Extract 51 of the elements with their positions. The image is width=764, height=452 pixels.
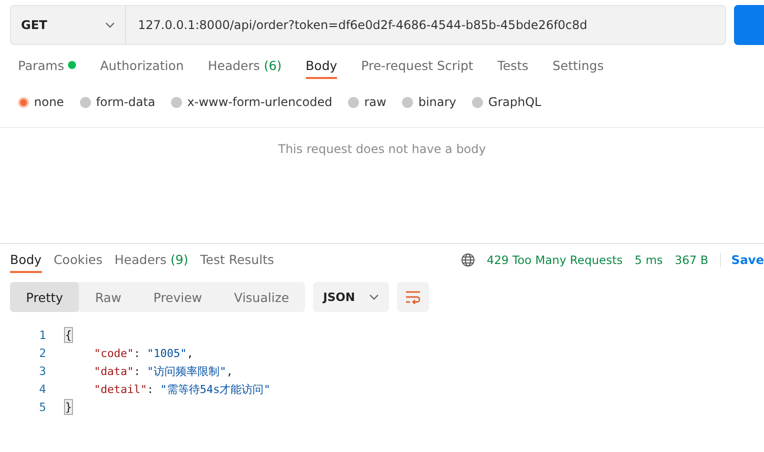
line-number: 5 bbox=[38, 400, 47, 414]
radio-label[interactable]: none bbox=[34, 95, 64, 109]
view-mode-tab[interactable]: Preview bbox=[137, 282, 218, 312]
view-mode-tab[interactable]: Visualize bbox=[218, 282, 306, 312]
line-number: 4 bbox=[38, 382, 47, 396]
code-text: "data": "访问频率限制", bbox=[93, 364, 233, 378]
request-tab[interactable]: Authorization bbox=[100, 53, 184, 79]
send-button[interactable] bbox=[734, 5, 764, 45]
radio-label[interactable]: raw bbox=[364, 95, 386, 109]
radio-button[interactable] bbox=[171, 96, 182, 108]
size-text: 367 B bbox=[674, 253, 708, 267]
globe-icon[interactable] bbox=[460, 253, 475, 267]
line-number: 3 bbox=[38, 364, 47, 378]
request-tab[interactable]: Params bbox=[18, 53, 76, 79]
code-text: "detail": "需等待54s才能访问" bbox=[93, 382, 270, 396]
radio-button[interactable] bbox=[18, 96, 29, 108]
status-text: 429 Too Many Requests bbox=[486, 253, 623, 267]
line-number: 2 bbox=[38, 346, 47, 360]
wrap-lines-icon bbox=[405, 290, 422, 304]
response-tab[interactable]: Headers (9) bbox=[114, 247, 188, 273]
radio-label[interactable]: GraphQL bbox=[488, 95, 542, 109]
code-text: "code": "1005", bbox=[93, 346, 194, 360]
response-tab[interactable]: Cookies bbox=[54, 247, 103, 273]
radio-label[interactable]: form-data bbox=[96, 95, 156, 109]
request-tab[interactable]: Pre-request Script bbox=[361, 53, 474, 79]
view-mode-tab[interactable]: Raw bbox=[79, 282, 138, 312]
view-mode-tab[interactable]: Pretty bbox=[10, 282, 80, 312]
chevron-icon bbox=[105, 22, 115, 28]
url-field[interactable]: 127.0.0.1:8000/api/order?token=df6e0d2f-4686-4544-b85b-45bde26f0c8d bbox=[126, 6, 726, 44]
empty-body-message: This request does not have a body bbox=[278, 142, 486, 158]
code-text: { bbox=[64, 327, 73, 343]
response-tab[interactable]: Body bbox=[10, 247, 42, 273]
method-dropdown[interactable]: GET bbox=[11, 6, 126, 44]
request-tab[interactable]: Body bbox=[306, 53, 338, 79]
save-button[interactable]: Save bbox=[720, 253, 764, 267]
request-tab[interactable]: Settings bbox=[552, 53, 604, 79]
chevron-icon bbox=[369, 294, 380, 300]
radio-button[interactable] bbox=[348, 96, 360, 108]
request-tab[interactable]: Tests bbox=[497, 53, 528, 79]
radio-label[interactable]: binary bbox=[418, 95, 456, 109]
radio-button[interactable] bbox=[472, 96, 484, 108]
time-text: 5 ms bbox=[634, 253, 663, 267]
line-number: 1 bbox=[38, 328, 47, 342]
code-text: } bbox=[64, 399, 73, 415]
radio-button[interactable] bbox=[80, 96, 91, 108]
wrap-button[interactable] bbox=[397, 282, 430, 312]
format-dropdown[interactable]: JSON bbox=[313, 282, 390, 312]
radio-button[interactable] bbox=[402, 96, 414, 108]
request-tab[interactable]: Headers (6) bbox=[208, 53, 282, 79]
response-tab[interactable]: Test Results bbox=[200, 247, 274, 273]
radio-label[interactable]: x-www-form-urlencoded bbox=[187, 95, 332, 109]
